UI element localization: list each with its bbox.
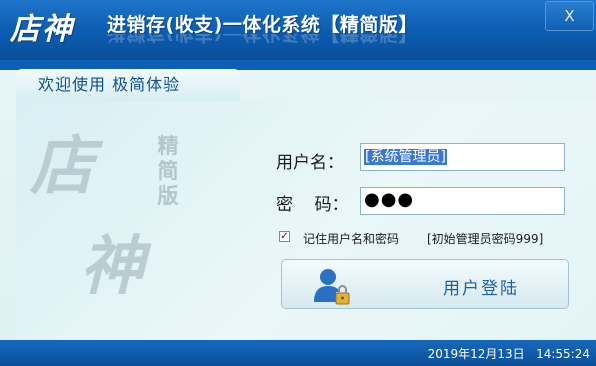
edition-char: 精 (157, 134, 179, 158)
title-bar: 店神 进销存(收支)一体化系统【精简版】 进销存(收支)一体化系统【精简版】 X (0, 0, 596, 60)
login-button[interactable]: 用户登陆 (281, 259, 569, 309)
remember-label[interactable]: 记住用户名和密码 (303, 230, 399, 247)
username-label: 用户名： (276, 153, 344, 173)
default-password-hint: [初始管理员密码999] (427, 232, 544, 246)
edition-char: 版 (157, 184, 179, 208)
watermark-logo-char-1: 店 (30, 129, 94, 204)
remember-checkbox[interactable]: ✓ (279, 231, 290, 242)
app-logo: 店神 (10, 12, 74, 47)
edition-watermark: 精 简 版 (156, 134, 180, 209)
status-bar: 2019年12月13日 14:55:24 (0, 340, 596, 366)
close-button[interactable]: X (545, 1, 594, 31)
edition-char: 简 (157, 159, 179, 183)
user-lock-icon (314, 269, 350, 305)
login-button-label: 用户登陆 (443, 279, 519, 299)
welcome-tab: 欢迎使用 极简体验 (16, 69, 240, 101)
app-title: 进销存(收支)一体化系统【精简版】 (107, 14, 418, 36)
app-title-reflection: 进销存(收支)一体化系统【精简版】 (107, 34, 418, 48)
username-field[interactable]: [系统管理员] (360, 143, 565, 171)
password-label: 密 码： (276, 195, 349, 215)
watermark-logo-char-2: 神 (80, 229, 144, 304)
datetime: 2019年12月13日 14:55:24 (427, 347, 590, 361)
username-value: [系统管理员] (364, 149, 447, 165)
password-field[interactable]: ●●● (360, 187, 565, 215)
